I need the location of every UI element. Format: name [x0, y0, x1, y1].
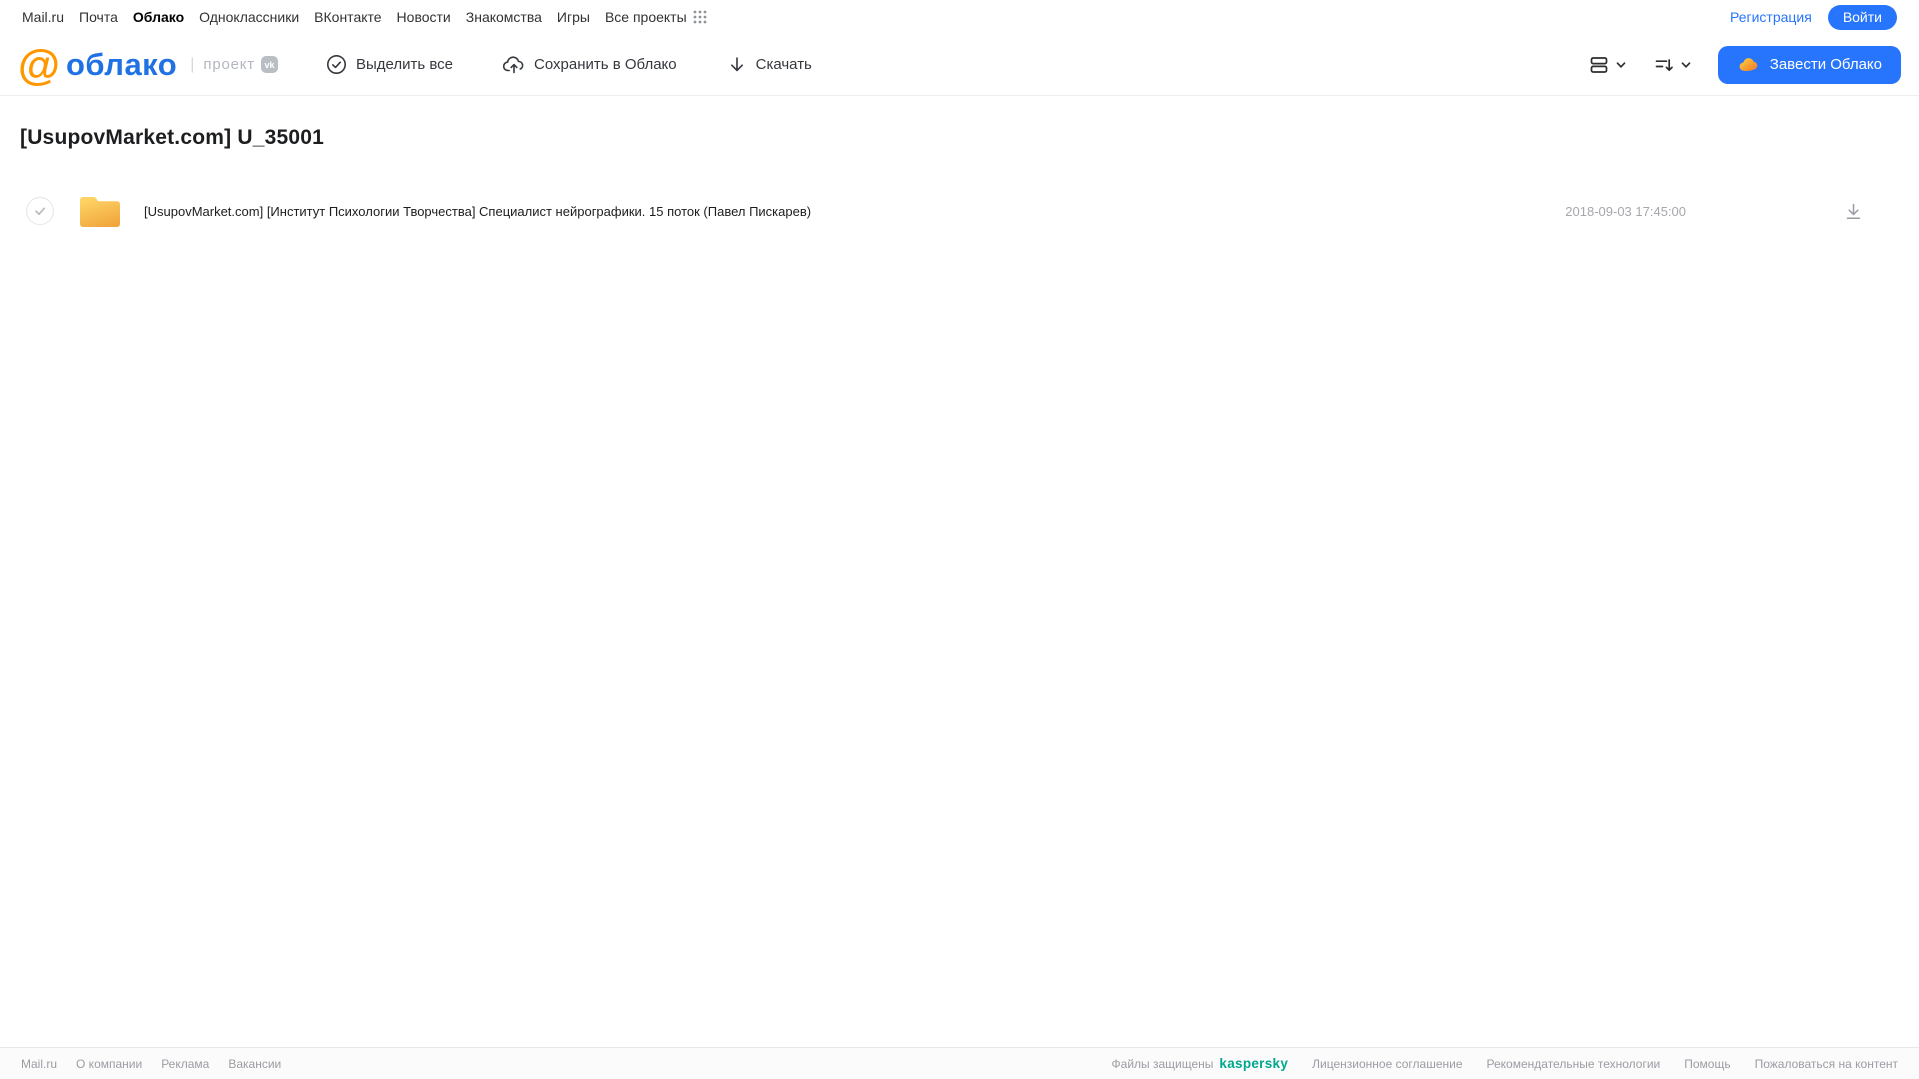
sort-dropdown[interactable]: [1653, 54, 1692, 76]
portal-link-news[interactable]: Новости: [397, 9, 451, 25]
portal-link-all-projects[interactable]: Все проекты: [605, 9, 707, 25]
select-all-button[interactable]: Выделить все: [326, 54, 453, 75]
portal-link-games[interactable]: Игры: [557, 9, 590, 25]
create-cloud-button[interactable]: Завести Облако: [1717, 45, 1901, 84]
portal-link-mail[interactable]: Почта: [79, 9, 118, 25]
download-icon: [727, 55, 747, 75]
kaspersky-logo[interactable]: kaspersky: [1219, 1056, 1288, 1071]
select-all-label: Выделить все: [356, 56, 454, 73]
save-to-cloud-button[interactable]: Сохранить в Облако: [503, 54, 677, 75]
row-checkbox[interactable]: [26, 197, 54, 225]
main-content: [UsupovMarket.com] U_35001 [UsupovMarket…: [0, 126, 1919, 236]
cloud-icon: [1737, 53, 1760, 76]
file-toolbar: Выделить все Сохранить в Облако Скачать: [326, 54, 812, 75]
portal-link-odnoklassniki[interactable]: Одноклассники: [199, 9, 299, 25]
protected-label: Файлы защищены: [1111, 1056, 1214, 1071]
footer-link-recommendation-tech[interactable]: Рекомендательные технологии: [1487, 1057, 1661, 1071]
divider: |: [190, 55, 195, 73]
check-icon: [35, 207, 45, 215]
all-projects-label: Все проекты: [604, 9, 687, 25]
brand-name: облако: [65, 46, 178, 82]
list-view-icon: [1588, 54, 1610, 76]
chevron-down-icon: [1615, 59, 1627, 71]
project-label: проект: [203, 56, 255, 73]
download-label: Скачать: [755, 56, 812, 73]
footer-link-help[interactable]: Помощь: [1684, 1057, 1730, 1071]
header-bar: @ облако | проект vk Выделить все Сохран…: [0, 34, 1919, 96]
portal-link-vkontakte[interactable]: ВКонтакте: [314, 9, 381, 25]
footer-link-about[interactable]: О компании: [76, 1057, 142, 1071]
footer-link-jobs[interactable]: Вакансии: [228, 1057, 281, 1071]
chevron-down-icon: [1680, 59, 1692, 71]
portal-nav: Mail.ru Почта Облако Одноклассники ВКонт…: [0, 0, 1919, 34]
registration-link[interactable]: Регистрация: [1730, 9, 1812, 25]
file-name[interactable]: [UsupovMarket.com] [Институт Психологии …: [144, 204, 811, 219]
grid-menu-icon: [693, 10, 707, 24]
footer-link-report-content[interactable]: Пожаловаться на контент: [1755, 1057, 1898, 1071]
vk-badge-icon: vk: [260, 56, 278, 73]
save-to-cloud-label: Сохранить в Облако: [534, 56, 677, 73]
view-mode-dropdown[interactable]: [1588, 54, 1627, 76]
footer: Mail.ru О компании Реклама Вакансии Файл…: [0, 1047, 1919, 1079]
login-button[interactable]: Войти: [1827, 4, 1897, 30]
kaspersky-protection: Файлы защищены kaspersky: [1112, 1056, 1289, 1071]
portal-link-mailru[interactable]: Mail.ru: [22, 9, 64, 25]
portal-link-dating[interactable]: Знакомства: [466, 9, 542, 25]
file-modified-date: 2018-09-03 17:45:00: [1565, 203, 1686, 219]
folder-icon: [78, 192, 122, 230]
footer-link-ads[interactable]: Реклама: [161, 1057, 209, 1071]
footer-link-mailru[interactable]: Mail.ru: [21, 1057, 57, 1071]
download-icon: [1846, 203, 1861, 219]
page-title: [UsupovMarket.com] U_35001: [20, 126, 324, 149]
portal-link-cloud[interactable]: Облако: [133, 9, 184, 25]
download-button[interactable]: Скачать: [727, 55, 812, 75]
check-circle-icon: [326, 54, 347, 75]
footer-link-license[interactable]: Лицензионное соглашение: [1312, 1057, 1462, 1071]
cloud-logo[interactable]: @ облако | проект vk: [18, 40, 326, 89]
create-cloud-label: Завести Облако: [1769, 56, 1882, 73]
file-row[interactable]: [UsupovMarket.com] [Институт Психологии …: [20, 186, 1899, 236]
row-download-button[interactable]: [1844, 202, 1863, 221]
mailru-at-icon: @: [18, 40, 60, 89]
sort-icon: [1653, 54, 1675, 76]
cloud-upload-icon: [503, 54, 525, 75]
